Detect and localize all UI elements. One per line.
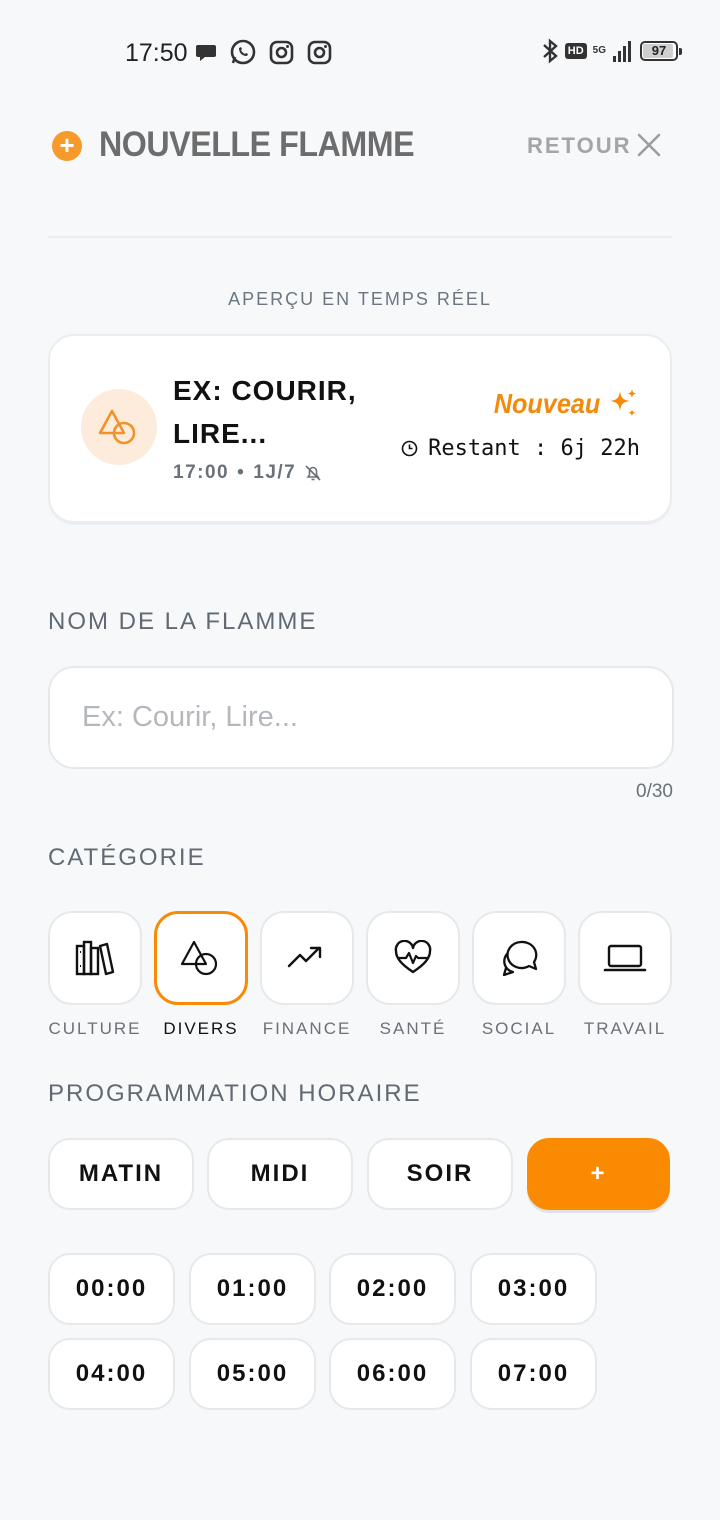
time-of-day-matin[interactable]: MATIN xyxy=(48,1138,194,1210)
category-finance[interactable]: FINANCE xyxy=(260,911,354,1038)
category-divers-tile[interactable] xyxy=(154,911,248,1005)
chat-bubbles-icon xyxy=(502,940,538,977)
remaining-text: Restant : 6j 22h xyxy=(428,436,640,461)
hour-option[interactable]: 04:00 xyxy=(48,1338,175,1410)
laptop-icon xyxy=(603,944,647,972)
meta-separator: • xyxy=(237,462,246,483)
trending-up-icon xyxy=(287,946,322,968)
heart-pulse-icon xyxy=(394,940,432,974)
status-bar: 17:50 HD 5G 97 xyxy=(0,0,720,106)
sparkles-icon xyxy=(610,389,637,417)
hour-option[interactable]: 03:00 xyxy=(470,1253,597,1325)
new-badge: Nouveau xyxy=(482,387,640,421)
page-title: NOUVELLE FLAMME xyxy=(99,125,415,164)
category-social-tile[interactable] xyxy=(472,911,566,1005)
instagram-icon xyxy=(307,40,332,64)
preview-frequency: 1J/7 xyxy=(253,462,297,483)
character-counter: 0/30 xyxy=(636,781,673,802)
signal-icon xyxy=(613,41,631,62)
status-time: 17:50 xyxy=(125,39,188,67)
bluetooth-icon xyxy=(542,38,558,64)
category-finance-tile[interactable] xyxy=(260,911,354,1005)
preview-title: EX: COURIR, LIRE... xyxy=(173,375,357,449)
hour-option[interactable]: 01:00 xyxy=(189,1253,316,1325)
new-flame-screen: 17:50 HD 5G 97 + NOUVELLE FLAMME RETOUR … xyxy=(0,0,720,1520)
add-time-button[interactable]: + xyxy=(527,1138,670,1210)
clock-icon xyxy=(401,440,418,457)
time-of-day-soir[interactable]: SOIR xyxy=(367,1138,513,1210)
flame-name-input[interactable] xyxy=(48,666,674,769)
hour-option[interactable]: 05:00 xyxy=(189,1338,316,1410)
category-travail[interactable]: TRAVAIL xyxy=(578,911,672,1038)
schedule-label: PROGRAMMATION HORAIRE xyxy=(48,1080,422,1107)
category-label: CATÉGORIE xyxy=(48,844,206,871)
preview-card: EX: COURIR, LIRE... 17:00 • 1J/7 Nouveau xyxy=(48,334,672,523)
hour-option[interactable]: 02:00 xyxy=(329,1253,456,1325)
network-label: 5G xyxy=(592,45,606,56)
hd-badge: HD xyxy=(564,43,587,59)
preview-meta: 17:00 • 1J/7 xyxy=(173,462,322,484)
category-culture-tile[interactable] xyxy=(48,911,142,1005)
category-culture[interactable]: CULTURE xyxy=(48,911,142,1038)
shapes-icon xyxy=(180,940,218,976)
instagram-icon xyxy=(269,40,294,64)
system-icons: HD 5G 97 xyxy=(541,38,682,64)
category-travail-tile[interactable] xyxy=(578,911,672,1005)
message-icon xyxy=(196,45,216,61)
whatsapp-icon xyxy=(230,39,256,65)
preview-time: 17:00 xyxy=(173,462,230,483)
header-divider xyxy=(48,236,672,238)
hour-option[interactable]: 07:00 xyxy=(470,1338,597,1410)
category-sante-tile[interactable] xyxy=(366,911,460,1005)
hour-option[interactable]: 00:00 xyxy=(48,1253,175,1325)
category-travail-label: TRAVAIL xyxy=(583,1019,667,1038)
notification-icons xyxy=(194,38,333,66)
hour-option[interactable]: 06:00 xyxy=(329,1338,456,1410)
bell-off-icon xyxy=(305,465,321,481)
name-field-label: NOM DE LA FLAMME xyxy=(48,608,318,635)
close-icon[interactable] xyxy=(633,129,665,161)
category-sante[interactable]: SANTÉ xyxy=(366,911,460,1038)
battery-indicator: 97 xyxy=(640,41,682,61)
category-divers[interactable]: DIVERS xyxy=(154,911,248,1038)
books-icon xyxy=(75,940,115,976)
category-social[interactable]: SOCIAL xyxy=(472,911,566,1038)
battery-level: 97 xyxy=(651,43,667,58)
preview-section-label: APERÇU EN TEMPS RÉEL xyxy=(228,289,492,309)
time-of-day-midi[interactable]: MIDI xyxy=(207,1138,353,1210)
plus-icon: + xyxy=(52,131,82,161)
back-button[interactable]: RETOUR xyxy=(527,133,632,159)
remaining-time: Restant : 6j 22h xyxy=(401,436,640,461)
preview-category-icon xyxy=(81,389,157,465)
shapes-icon xyxy=(98,409,136,445)
new-badge-label: Nouveau xyxy=(493,388,600,419)
